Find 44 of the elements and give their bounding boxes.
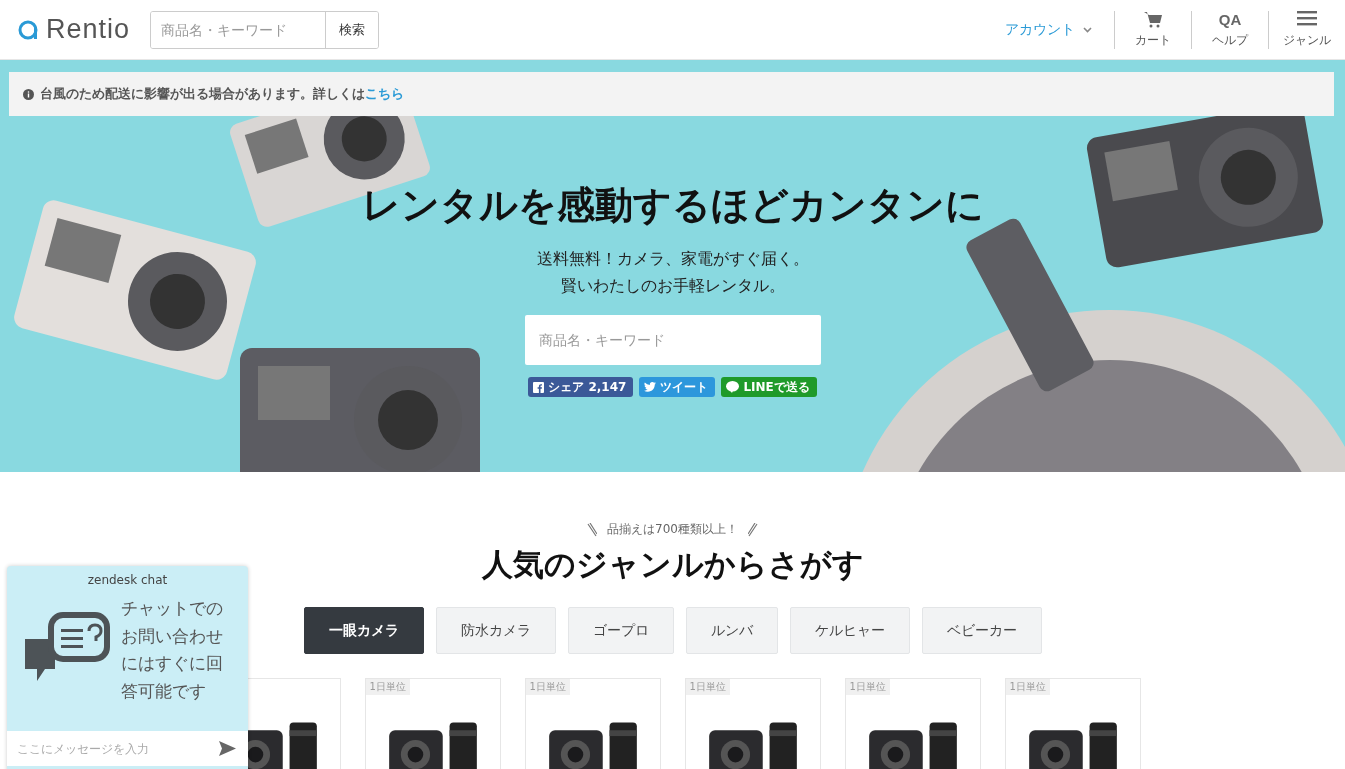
rental-badge: 1日単位 — [365, 679, 410, 695]
hero-search-field[interactable]: 商品名・キーワード — [524, 315, 821, 365]
cart-nav-item[interactable]: カート — [1114, 10, 1191, 49]
slash-icon — [587, 522, 598, 537]
share-button[interactable]: シェア 2,147 — [528, 377, 634, 397]
nav-label: ヘルプ — [1212, 31, 1248, 49]
help-nav-item[interactable]: QA ヘルプ — [1191, 10, 1268, 49]
menu-nav-item[interactable]: ジャンル — [1268, 10, 1345, 49]
genre-tab[interactable]: 防水カメラ — [435, 607, 556, 654]
genre-tab[interactable]: ベビーカー — [921, 607, 1042, 654]
send-button[interactable]: LINEで送る — [721, 377, 817, 397]
rentio-logo[interactable]: Rentio — [18, 14, 131, 45]
speech-bubble-icon — [726, 381, 740, 393]
genre-tab[interactable]: ゴープロ — [567, 607, 674, 654]
slash-icon — [747, 522, 758, 537]
logo-icon — [18, 18, 40, 41]
nav-label: カート — [1135, 31, 1171, 49]
chevron-down-icon — [1083, 26, 1092, 33]
chat-input-field[interactable]: ここにメッセージを入力 — [7, 731, 248, 766]
genre-tab[interactable]: ケルヒャー — [789, 607, 910, 654]
chat-message: チャットでのお問い合わせにはすぐに回答可能です — [121, 597, 224, 703]
logo-text: Rentio — [46, 14, 131, 45]
menu-icon — [1297, 10, 1317, 26]
send-icon[interactable] — [219, 741, 236, 756]
rental-badge: 1日単位 — [525, 679, 570, 695]
genre-tab[interactable]: ルンバ — [685, 607, 778, 654]
info-icon — [23, 88, 34, 100]
notice-text: 台風のため配送に影響が出る場合があります。詳しくはこちら — [40, 85, 404, 103]
qa-glyph: QA — [1218, 10, 1242, 29]
genre-tab[interactable]: 一眼カメラ — [303, 607, 424, 654]
rental-badge: 1日単位 — [685, 679, 730, 695]
hero-title: レンタルを感動するほどカンタンに — [361, 182, 984, 229]
search-button[interactable]: 検索 — [325, 11, 379, 48]
section-heading: 人気のジャンルからさがす — [481, 545, 864, 584]
search-field[interactable]: 商品名・キーワード 検索 — [150, 10, 380, 49]
facebook-icon — [533, 381, 545, 393]
rental-badge: 1日単位 — [845, 679, 890, 695]
hero-subtitle: 送料無料！カメラ、家電がすぐ届く。 賢いわたしのお手軽レンタル。 — [536, 248, 809, 297]
nav-label: ジャンル — [1283, 31, 1331, 49]
chat-brand: zendesk chat — [86, 573, 169, 587]
rental-badge: 1日単位 — [1005, 679, 1050, 695]
bird-icon — [644, 382, 657, 392]
cart-icon — [1144, 10, 1162, 28]
tagline: 品揃えは700種類以上！ — [607, 521, 738, 538]
